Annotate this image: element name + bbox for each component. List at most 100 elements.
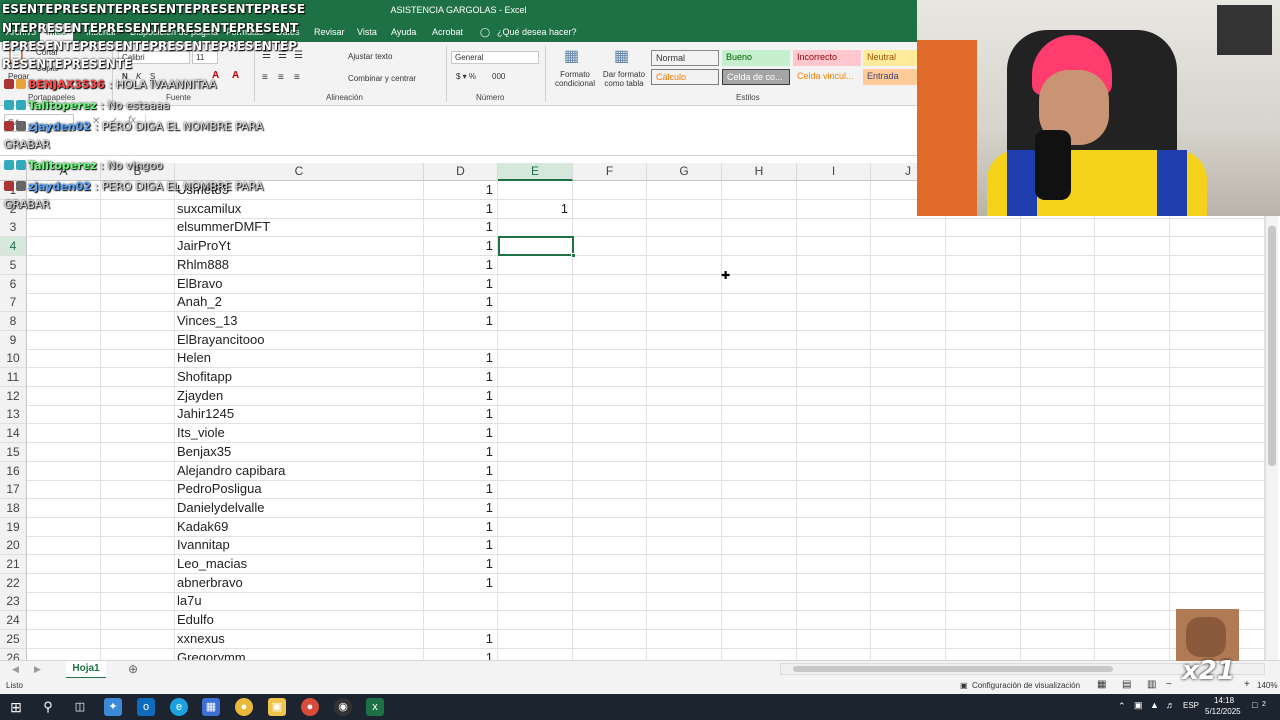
cell-empty[interactable] — [27, 499, 101, 518]
cell-empty[interactable] — [722, 518, 797, 537]
cell-empty[interactable] — [647, 349, 722, 368]
cell-empty[interactable] — [797, 536, 871, 555]
cell-attendance[interactable]: 1 — [424, 630, 498, 649]
row-header[interactable]: 21 — [0, 555, 27, 574]
tray-arrow-icon[interactable]: ⌃ — [1118, 701, 1126, 712]
cell-empty[interactable] — [722, 555, 797, 574]
cell-empty[interactable] — [573, 387, 647, 406]
row-header[interactable]: 17 — [0, 480, 27, 499]
cell-empty[interactable] — [573, 293, 647, 312]
cell-empty[interactable] — [1095, 630, 1170, 649]
cell-empty[interactable] — [101, 218, 175, 237]
cell-empty[interactable] — [946, 275, 1021, 294]
tab-acrobat[interactable]: Acrobat — [432, 27, 463, 37]
cell-empty[interactable] — [1095, 405, 1170, 424]
cell-empty[interactable] — [647, 462, 722, 481]
sheet-tab-hoja1[interactable]: Hoja1 — [66, 661, 106, 679]
row-header[interactable]: 9 — [0, 331, 27, 350]
edge-icon[interactable]: e — [170, 698, 188, 716]
cell-empty[interactable] — [1021, 424, 1095, 443]
cell-empty[interactable] — [573, 368, 647, 387]
cell-empty[interactable] — [573, 630, 647, 649]
cell-empty[interactable] — [1095, 256, 1170, 275]
cell-empty[interactable] — [27, 518, 101, 537]
add-sheet-icon[interactable]: ⊕ — [128, 662, 138, 676]
cell-empty[interactable] — [27, 574, 101, 593]
cell-empty[interactable] — [1170, 331, 1265, 350]
row-header[interactable]: 7 — [0, 293, 27, 312]
tell-me-icon[interactable]: ◯ — [480, 27, 490, 38]
cell-value[interactable] — [498, 275, 573, 294]
cell-empty[interactable] — [647, 592, 722, 611]
cell-empty[interactable] — [1170, 424, 1265, 443]
cell-empty[interactable] — [1021, 349, 1095, 368]
cell-empty[interactable] — [1095, 237, 1170, 256]
cell-empty[interactable] — [573, 200, 647, 219]
cell-empty[interactable] — [871, 275, 946, 294]
cell-empty[interactable] — [1170, 275, 1265, 294]
cell-empty[interactable] — [101, 611, 175, 630]
obs-icon[interactable]: ◉ — [334, 698, 352, 716]
cell-name[interactable]: Helen — [175, 349, 424, 368]
cell-empty[interactable] — [1170, 293, 1265, 312]
cell-empty[interactable] — [797, 480, 871, 499]
column-header[interactable]: C — [175, 163, 424, 181]
page-layout-icon[interactable]: ▤ — [1122, 679, 1131, 690]
row-header[interactable]: 4 — [0, 237, 27, 256]
cell-empty[interactable] — [573, 499, 647, 518]
merge-center-button[interactable]: Combinar y centrar — [348, 74, 416, 83]
cell-empty[interactable] — [647, 443, 722, 462]
cell-empty[interactable] — [797, 349, 871, 368]
cell-empty[interactable] — [27, 312, 101, 331]
wifi-icon[interactable]: ▲ — [1150, 700, 1159, 710]
cell-empty[interactable] — [871, 368, 946, 387]
cell-value[interactable] — [498, 574, 573, 593]
cell-attendance[interactable]: 1 — [424, 200, 498, 219]
cell-empty[interactable] — [573, 331, 647, 350]
cell-empty[interactable] — [1021, 462, 1095, 481]
cell-value[interactable] — [498, 462, 573, 481]
cell-empty[interactable] — [797, 424, 871, 443]
cell-empty[interactable] — [946, 349, 1021, 368]
cell-empty[interactable] — [722, 218, 797, 237]
cell-attendance[interactable]: 1 — [424, 574, 498, 593]
cell-empty[interactable] — [647, 181, 722, 200]
wrap-text-button[interactable]: Ajustar texto — [348, 52, 392, 61]
cell-empty[interactable] — [573, 405, 647, 424]
cell-value[interactable]: 1 — [498, 200, 573, 219]
cell-empty[interactable] — [871, 518, 946, 537]
style-bueno[interactable]: Bueno — [722, 50, 790, 66]
cell-empty[interactable] — [1170, 536, 1265, 555]
cell-name[interactable]: Its_viole — [175, 424, 424, 443]
cell-empty[interactable] — [647, 387, 722, 406]
align-left-icon[interactable]: ≡ — [262, 72, 268, 83]
cell-attendance[interactable]: 1 — [424, 368, 498, 387]
align-center-icon[interactable]: ≡ — [278, 72, 284, 83]
cell-empty[interactable] — [573, 536, 647, 555]
cell-attendance[interactable]: 1 — [424, 387, 498, 406]
cell-empty[interactable] — [1021, 480, 1095, 499]
cell-attendance[interactable]: 1 — [424, 405, 498, 424]
cell-empty[interactable] — [1021, 592, 1095, 611]
cell-empty[interactable] — [1021, 293, 1095, 312]
cell-empty[interactable] — [722, 424, 797, 443]
cell-empty[interactable] — [871, 405, 946, 424]
cell-empty[interactable] — [797, 611, 871, 630]
zoom-out-icon[interactable]: − — [1166, 679, 1172, 690]
cell-empty[interactable] — [647, 499, 722, 518]
number-format-select[interactable]: General — [451, 51, 539, 64]
cell-empty[interactable] — [1095, 275, 1170, 294]
cell-empty[interactable] — [797, 200, 871, 219]
cell-attendance[interactable] — [424, 611, 498, 630]
cell-empty[interactable] — [1170, 237, 1265, 256]
cell-name[interactable]: Jahir1245 — [175, 405, 424, 424]
cell-empty[interactable] — [1095, 218, 1170, 237]
style-calculo[interactable]: Cálculo — [651, 69, 719, 85]
style-incorrecto[interactable]: Incorrecto — [793, 50, 861, 66]
cell-empty[interactable] — [101, 462, 175, 481]
cell-empty[interactable] — [871, 331, 946, 350]
cell-attendance[interactable]: 1 — [424, 555, 498, 574]
cell-empty[interactable] — [722, 368, 797, 387]
cell-empty[interactable] — [1170, 443, 1265, 462]
cell-empty[interactable] — [1021, 630, 1095, 649]
